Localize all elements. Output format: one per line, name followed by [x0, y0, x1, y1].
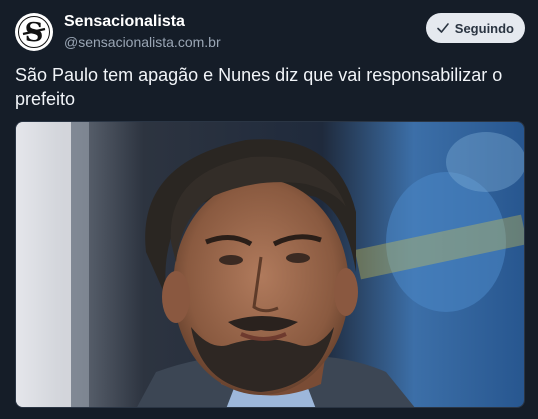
post-text: São Paulo tem apagão e Nunes diz que vai… — [15, 65, 503, 109]
avatar[interactable]: S — [15, 13, 53, 51]
author-info: Sensacionalista @sensacionalista.com.br — [64, 12, 221, 51]
check-icon — [436, 21, 450, 35]
following-button[interactable]: Seguindo — [425, 13, 525, 43]
following-button-label: Seguindo — [454, 20, 514, 36]
author-handle[interactable]: @sensacionalista.com.br — [64, 33, 221, 51]
man-portrait-photo — [16, 122, 524, 407]
post-card: S Sensacionalista @sensacionalista.com.b… — [0, 0, 538, 419]
post-header: S Sensacionalista @sensacionalista.com.b… — [15, 12, 525, 52]
author-display-name[interactable]: Sensacionalista — [64, 12, 221, 32]
post-image[interactable] — [15, 121, 525, 408]
sensacionalista-logo-icon: S — [16, 14, 52, 50]
